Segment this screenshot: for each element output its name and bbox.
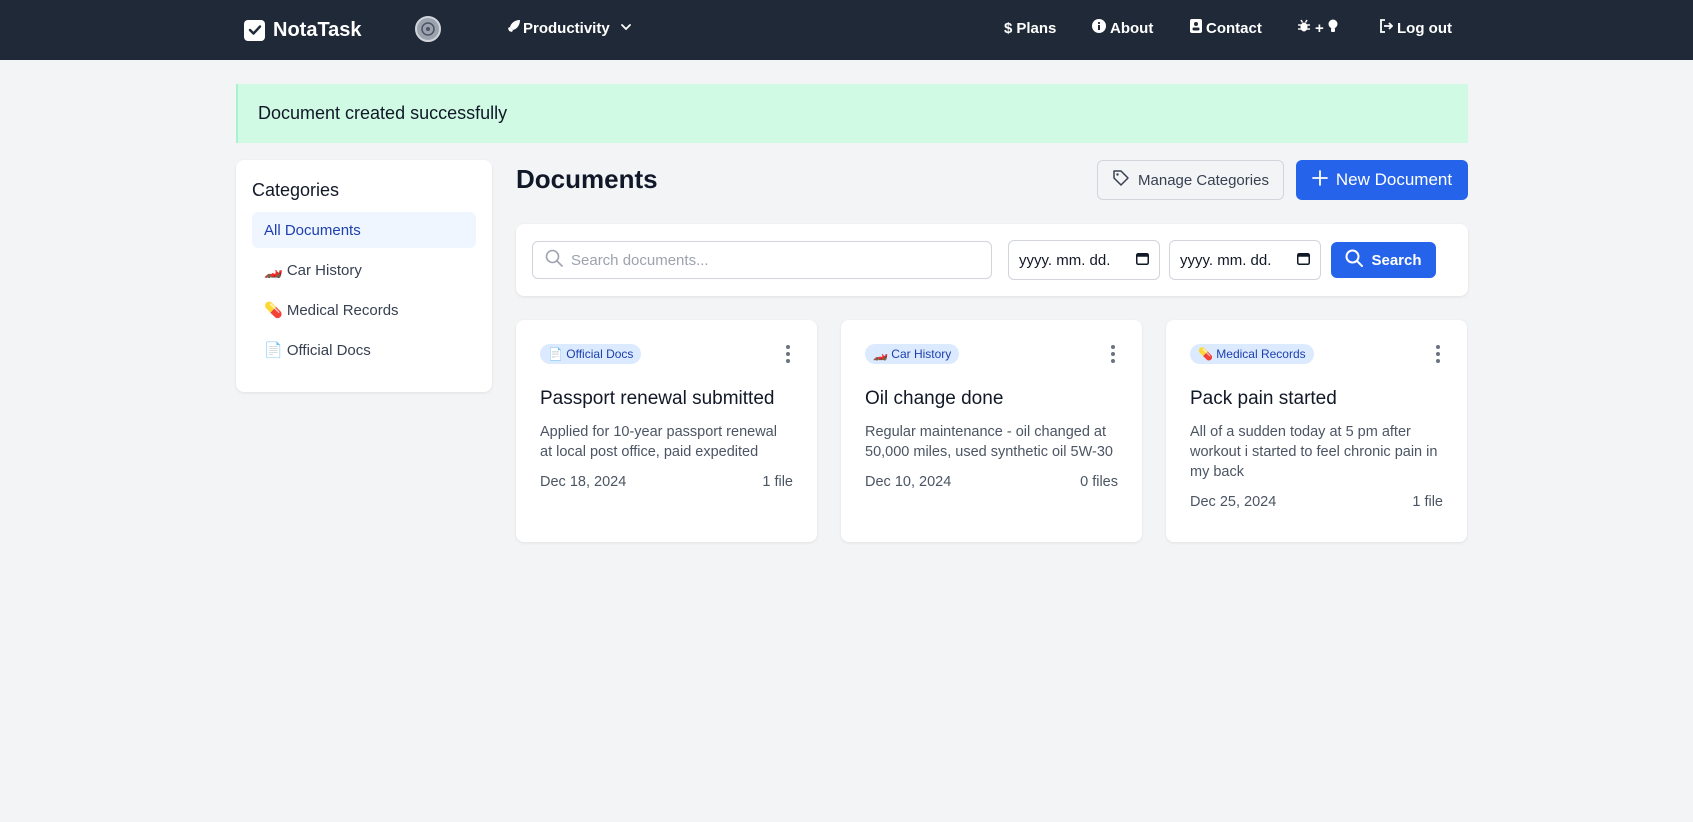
checkbox-icon <box>244 19 265 41</box>
brand-name: NotaTask <box>273 18 362 41</box>
brand-logo[interactable]: NotaTask <box>244 15 362 45</box>
document-description: Regular maintenance - oil changed at 50,… <box>865 424 1113 460</box>
search-input[interactable] <box>571 251 971 269</box>
calendar-icon[interactable] <box>1136 252 1149 269</box>
document-title: Passport renewal submitted <box>540 388 775 409</box>
search-field[interactable] <box>532 241 992 279</box>
top-navbar: NotaTask Productivity $ Plans About Cont… <box>0 0 1693 60</box>
sidebar-item-medical-records[interactable]: 💊 Medical Records <box>252 292 476 328</box>
productivity-label: Productivity <box>523 19 610 37</box>
date-from-value: yyyy. mm. dd. <box>1019 251 1111 269</box>
calendar-icon[interactable] <box>1297 252 1310 269</box>
category-badge: 💊 Medical Records <box>1190 344 1314 364</box>
bugs-ideas-separator: + <box>1315 19 1324 37</box>
document-description: Applied for 10-year passport renewal at … <box>540 424 777 460</box>
nav-contact[interactable]: Contact <box>1190 17 1262 39</box>
search-panel: yyyy. mm. dd. yyyy. mm. dd. Search <box>516 224 1468 296</box>
date-to-input[interactable]: yyyy. mm. dd. <box>1169 240 1321 280</box>
nav-contact-label: Contact <box>1206 19 1262 37</box>
productivity-dropdown[interactable]: Productivity <box>507 17 632 39</box>
document-card[interactable]: 💊 Medical Records Pack pain started All … <box>1166 320 1467 542</box>
nav-logout-label: Log out <box>1397 19 1452 37</box>
sidebar-item-all-documents[interactable]: All Documents <box>252 212 476 248</box>
document-date: Dec 25, 2024 <box>1190 494 1277 510</box>
search-button-label: Search <box>1371 251 1422 269</box>
nav-logout[interactable]: Log out <box>1379 17 1452 39</box>
plus-icon <box>1311 169 1328 191</box>
manage-categories-label: Manage Categories <box>1138 171 1269 189</box>
dollar-icon: $ <box>1004 19 1013 37</box>
settings-avatar-icon[interactable] <box>415 16 441 42</box>
lightbulb-icon <box>1328 19 1338 37</box>
document-file-count: 0 files <box>1080 474 1118 490</box>
new-document-button[interactable]: New Document <box>1296 160 1468 200</box>
nav-about-label: About <box>1110 19 1154 37</box>
category-badge: 📄 Official Docs <box>540 344 642 364</box>
document-date: Dec 10, 2024 <box>865 474 952 490</box>
search-icon <box>545 249 563 272</box>
document-title: Pack pain started <box>1190 388 1337 409</box>
info-icon <box>1092 19 1106 37</box>
more-options-icon[interactable] <box>1433 344 1443 364</box>
tag-icon <box>1112 169 1130 191</box>
page-title: Documents <box>516 164 658 194</box>
rocket-icon <box>507 19 521 37</box>
more-options-icon[interactable] <box>783 344 793 364</box>
logout-icon <box>1379 19 1394 37</box>
manage-categories-button[interactable]: Manage Categories <box>1097 160 1284 200</box>
document-title: Oil change done <box>865 388 1004 409</box>
nav-about[interactable]: About <box>1092 17 1153 39</box>
document-date: Dec 18, 2024 <box>540 474 627 490</box>
chevron-down-icon <box>620 20 632 37</box>
nav-plans-label: Plans <box>1016 19 1057 37</box>
new-document-label: New Document <box>1335 170 1453 189</box>
sidebar-title: Categories <box>252 180 340 200</box>
document-description: All of a sudden today at 5 pm after work… <box>1190 424 1438 480</box>
document-file-count: 1 file <box>762 474 793 490</box>
more-options-icon[interactable] <box>1108 344 1118 364</box>
date-from-input[interactable]: yyyy. mm. dd. <box>1008 240 1160 280</box>
nav-bugs-ideas[interactable]: + <box>1297 17 1338 39</box>
document-card[interactable]: 🏎️ Car History Oil change done Regular m… <box>841 320 1142 542</box>
success-alert: Document created successfully <box>236 84 1468 143</box>
date-to-value: yyyy. mm. dd. <box>1180 251 1272 269</box>
document-card[interactable]: 📄 Official Docs Passport renewal submitt… <box>516 320 817 542</box>
contact-card-icon <box>1190 19 1202 37</box>
nav-plans[interactable]: $ Plans <box>1004 17 1056 39</box>
sidebar-item-official-docs[interactable]: 📄 Official Docs <box>252 332 476 368</box>
bug-icon <box>1297 19 1311 37</box>
search-button[interactable]: Search <box>1331 242 1436 278</box>
category-badge: 🏎️ Car History <box>865 344 960 364</box>
sidebar-item-car-history[interactable]: 🏎️ Car History <box>252 252 476 288</box>
search-icon <box>1345 249 1364 271</box>
document-file-count: 1 file <box>1412 494 1443 510</box>
categories-sidebar: Categories All Documents 🏎️ Car History … <box>236 160 492 392</box>
